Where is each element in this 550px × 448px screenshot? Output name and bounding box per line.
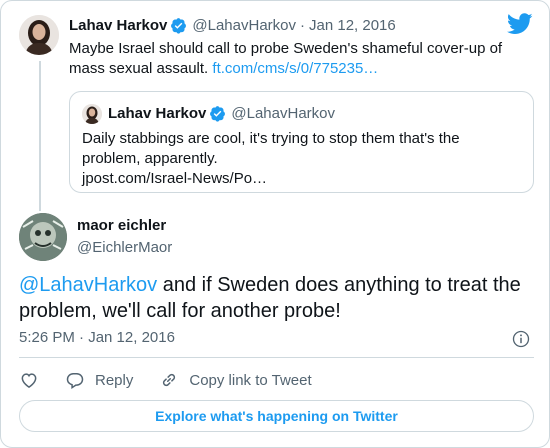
copy-link-label: Copy link to Tweet xyxy=(189,371,312,389)
embedded-tweet-card: Lahav Harkov @LahavHarkov · Jan 12, 2016… xyxy=(0,0,550,448)
quoted-author-name[interactable]: Lahav Harkov xyxy=(108,105,206,122)
verified-badge-icon xyxy=(171,17,187,34)
like-button[interactable] xyxy=(19,370,39,390)
copy-link-button[interactable]: Copy link to Tweet xyxy=(159,370,312,390)
main-author-name[interactable]: maor eichler xyxy=(77,215,172,237)
explore-twitter-button[interactable]: Explore what's happening on Twitter xyxy=(19,400,534,432)
reply-label: Reply xyxy=(95,371,134,389)
info-icon[interactable] xyxy=(511,329,531,349)
main-author[interactable]: maor eichler @EichlerMaor xyxy=(77,215,172,259)
parent-author-handle[interactable]: @LahavHarkov xyxy=(192,17,296,34)
separator-dot: · xyxy=(300,16,305,34)
parent-tweet-link[interactable]: ft.com/cms/s/0/775235… xyxy=(212,60,378,77)
main-author-handle[interactable]: @EichlerMaor xyxy=(77,237,172,259)
mention-link[interactable]: @LahavHarkov xyxy=(19,274,157,296)
parent-tweet-text: Maybe Israel should call to probe Sweden… xyxy=(69,39,539,79)
thread-connector-line xyxy=(39,61,41,211)
quoted-avatar[interactable] xyxy=(82,104,102,124)
tweet-actions: Reply Copy link to Tweet xyxy=(19,368,338,392)
parent-tweet-date[interactable]: Jan 12, 2016 xyxy=(309,17,396,34)
verified-badge-icon xyxy=(210,105,226,122)
tweet-timestamp[interactable]: 5:26 PM · Jan 12, 2016 xyxy=(19,329,175,346)
divider xyxy=(19,357,534,358)
quoted-tweet-body: Daily stabbings are cool, it's trying to… xyxy=(82,130,460,167)
parent-author-name[interactable]: Lahav Harkov xyxy=(69,17,167,34)
main-avatar[interactable] xyxy=(19,213,67,261)
reply-button[interactable]: Reply xyxy=(65,370,133,390)
quoted-tweet[interactable]: Lahav Harkov @LahavHarkov Daily stabbing… xyxy=(69,91,534,193)
quoted-author-handle[interactable]: @LahavHarkov xyxy=(231,105,335,122)
avatar[interactable] xyxy=(19,15,59,55)
quoted-tweet-link[interactable]: jpost.com/Israel-News/Po… xyxy=(82,169,521,189)
main-tweet-text: @LahavHarkov and if Sweden does anything… xyxy=(19,272,534,324)
heart-icon xyxy=(21,373,37,388)
reply-icon xyxy=(66,373,84,389)
link-icon xyxy=(163,373,176,387)
quoted-tweet-text: Daily stabbings are cool, it's trying to… xyxy=(82,129,521,189)
